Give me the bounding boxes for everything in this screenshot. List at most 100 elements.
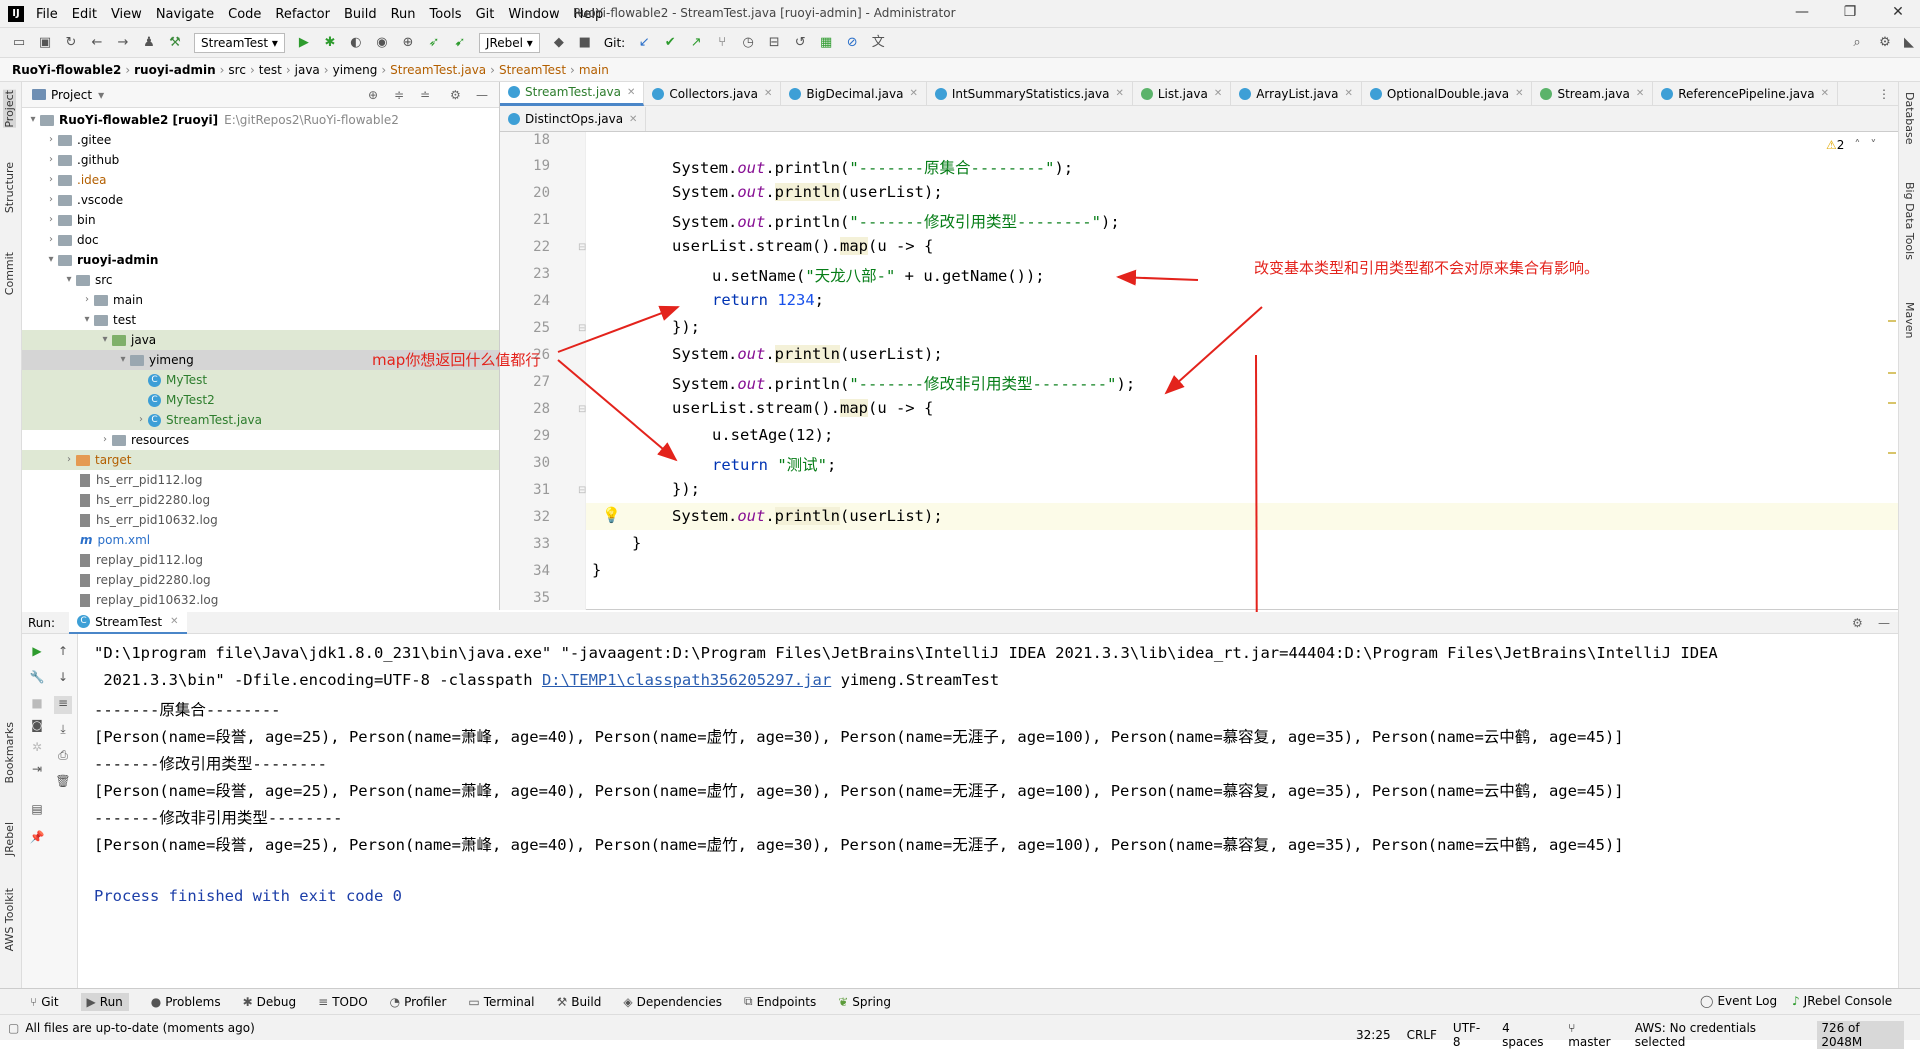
layout-icon[interactable]: ▤ (28, 802, 46, 820)
tree-item-mytest2[interactable]: C MyTest2 (22, 390, 499, 410)
breadcrumb-method[interactable]: main (579, 63, 609, 77)
close-tab-icon[interactable]: ✕ (627, 87, 635, 98)
breadcrumb-test[interactable]: test (259, 63, 282, 77)
bottom-tab-terminal[interactable]: ▭ Terminal (468, 995, 534, 1009)
tab-intsummary[interactable]: IntSummaryStatistics.java ✕ (927, 81, 1133, 106)
menu-navigate[interactable]: Navigate (156, 7, 214, 22)
rerun-icon[interactable]: ▶ (28, 644, 46, 662)
up-icon[interactable]: ↑ (54, 644, 72, 662)
project-settings-gear-icon[interactable]: ⚙ (450, 88, 461, 102)
tree-item-hs-err-2280[interactable]: hs_err_pid2280.log (22, 490, 499, 510)
tool-window-project[interactable]: Project (3, 90, 16, 128)
run-icon[interactable]: ▶ (295, 34, 313, 52)
pin-icon[interactable]: 📌 (28, 830, 46, 848)
tree-item-src[interactable]: ▾ src (22, 270, 499, 290)
tree-item-vscode[interactable]: › .vscode (22, 190, 499, 210)
git-update-icon[interactable]: ↙ (635, 34, 653, 52)
menu-run[interactable]: Run (391, 7, 416, 22)
rollback-icon[interactable]: ↺ (791, 34, 809, 52)
tool-window-structure[interactable]: Structure (3, 162, 16, 213)
tool-window-aws[interactable]: AWS Toolkit (3, 888, 16, 951)
breadcrumb-java[interactable]: java (295, 63, 320, 77)
build-hammer-icon[interactable]: ⚒ (166, 34, 184, 52)
tree-item-pom[interactable]: m pom.xml (22, 530, 499, 550)
minimize-icon[interactable]: — (1792, 4, 1812, 20)
menu-tools[interactable]: Tools (430, 7, 462, 22)
tree-item-ruoyi-admin[interactable]: ▾ ruoyi-admin (22, 250, 499, 270)
exit-icon[interactable]: ⇥ (28, 762, 46, 780)
tree-item-resources[interactable]: › resources (22, 430, 499, 450)
collapse-all-icon[interactable]: ≐ (420, 88, 430, 102)
tab-collectors[interactable]: Collectors.java ✕ (644, 81, 782, 106)
locate-icon[interactable]: ⊕ (368, 88, 378, 102)
tree-item-mytest[interactable]: C MyTest (22, 370, 499, 390)
tree-item-java[interactable]: ▾ java (22, 330, 499, 350)
profile-icon[interactable]: ◉ (373, 34, 391, 52)
fold-marker-icon[interactable]: ⊟ (578, 323, 586, 334)
tree-item-hs-err-112[interactable]: hs_err_pid112.log (22, 470, 499, 490)
menu-edit[interactable]: Edit (72, 7, 97, 22)
fold-marker-icon[interactable]: ⊟ (578, 485, 586, 496)
tree-item-bin[interactable]: › bin (22, 210, 499, 230)
back-icon[interactable]: ← (88, 34, 106, 52)
bottom-tab-build[interactable]: ⚒ Build (556, 995, 601, 1009)
close-tab-icon[interactable]: ✕ (1115, 88, 1123, 99)
git-branch[interactable]: ⑂ master (1568, 1021, 1619, 1049)
close-tab-icon[interactable]: ✕ (1636, 88, 1644, 99)
down-icon[interactable]: ↓ (54, 670, 72, 688)
tree-item-test[interactable]: ▾ test (22, 310, 499, 330)
menu-code[interactable]: Code (228, 7, 261, 22)
tree-item-hs-err-10632[interactable]: hs_err_pid10632.log (22, 510, 499, 530)
close-icon[interactable]: ✕ (1888, 4, 1908, 20)
scroll-end-icon[interactable]: ⤓ (54, 722, 72, 740)
graph-icon[interactable]: ▦ (817, 34, 835, 52)
bottom-tab-git[interactable]: ⑂ Git (30, 995, 59, 1009)
tree-item-root[interactable]: ▾ RuoYi-flowable2 [ruoyi] E:\gitRepos2\Ruo… (22, 110, 499, 130)
breadcrumb-project[interactable]: RuoYi-flowable2 (12, 63, 121, 77)
coverage-icon[interactable]: ◐ (347, 34, 365, 52)
bottom-tab-spring[interactable]: ❦ Spring (838, 995, 891, 1009)
close-tab-icon[interactable]: ✕ (170, 616, 178, 627)
close-tab-icon[interactable]: ✕ (909, 88, 917, 99)
tree-item-replay-2280[interactable]: replay_pid2280.log (22, 570, 499, 590)
more-run-icon[interactable]: ⊕ (399, 34, 417, 52)
chevron-up-icon[interactable]: ˄ (1854, 138, 1860, 152)
run-settings-gear-icon[interactable]: ⚙ (1852, 616, 1863, 630)
dump-icon[interactable]: ✲ (28, 740, 46, 758)
git-commit-icon[interactable]: ✔ (661, 34, 679, 52)
fold-marker-icon[interactable]: ⊟ (578, 242, 586, 253)
fold-marker-icon[interactable]: ⊟ (578, 404, 586, 415)
run-tab-streamtest[interactable]: C StreamTest ✕ (69, 611, 187, 634)
menu-git[interactable]: Git (476, 7, 495, 22)
bottom-tab-endpoints[interactable]: ⧉ Endpoints (744, 994, 816, 1009)
settings-gear-icon[interactable]: ⚙ (1876, 34, 1894, 52)
tab-list[interactable]: List.java ✕ (1133, 81, 1232, 106)
jrebel-debug-icon[interactable]: ➹ (451, 34, 469, 52)
close-tab-icon[interactable]: ✕ (1821, 88, 1829, 99)
indent-setting[interactable]: 4 spaces (1502, 1021, 1552, 1049)
tab-arraylist[interactable]: ArrayList.java ✕ (1231, 81, 1362, 106)
breadcrumb-class[interactable]: StreamTest (499, 63, 566, 77)
close-tab-icon[interactable]: ✕ (629, 114, 637, 125)
tab-stream[interactable]: Stream.java ✕ (1532, 81, 1654, 106)
jrebel-select[interactable]: JRebel ▾ (478, 33, 540, 53)
breadcrumb-yimeng[interactable]: yimeng (333, 63, 378, 77)
inspection-widget[interactable]: ⚠ 2 ˄ ˅ (1826, 138, 1876, 152)
wrench-icon[interactable]: 🔧 (28, 670, 46, 688)
tool-window-bigdata[interactable]: Big Data Tools (1903, 182, 1916, 260)
open-icon[interactable]: ▭ (10, 34, 28, 52)
file-encoding[interactable]: UTF-8 (1453, 1021, 1486, 1049)
tab-streamtest[interactable]: StreamTest.java ✕ (500, 81, 645, 106)
bottom-tab-profiler[interactable]: ◔ Profiler (390, 995, 447, 1009)
tab-optionaldouble[interactable]: OptionalDouble.java ✕ (1362, 81, 1533, 106)
tree-item-github[interactable]: › .github (22, 150, 499, 170)
aws-credentials[interactable]: AWS: No credentials selected (1635, 1021, 1802, 1049)
run-config-select[interactable]: StreamTest ▾ (194, 33, 285, 53)
translate-icon[interactable]: 文 (869, 34, 887, 52)
stop-icon[interactable]: ■ (28, 696, 46, 714)
tab-referencepipeline[interactable]: ReferencePipeline.java ✕ (1653, 81, 1838, 106)
tool-window-commit[interactable]: Commit (3, 252, 16, 295)
tree-item-main[interactable]: › main (22, 290, 499, 310)
jetbrains-icon[interactable]: ◣ (1900, 34, 1918, 52)
tool-window-maven[interactable]: Maven (1903, 302, 1916, 338)
